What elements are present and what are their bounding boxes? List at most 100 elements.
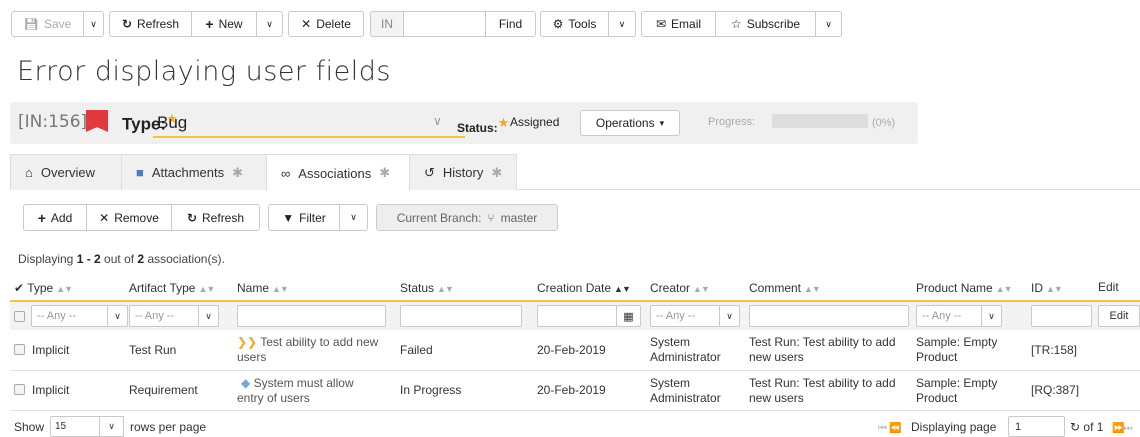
tab-overview[interactable]: ⌂ Overview — [10, 154, 122, 190]
progress-label: Progress: — [708, 116, 756, 128]
progress-percent: (0%) — [872, 117, 896, 129]
edit-filter-button[interactable]: Edit — [1098, 305, 1140, 327]
column-header-creation-date[interactable]: Creation Date ▲▼ — [537, 281, 631, 295]
refresh-associations-button[interactable]: ↻ Refresh — [172, 204, 260, 231]
next-page-icon: ⏩ — [1112, 423, 1124, 434]
displaying-page-label: Displaying page — [911, 420, 997, 434]
column-header-creator[interactable]: Creator ▲▼ — [650, 281, 710, 295]
chevron-down-icon: ∨ — [433, 114, 442, 128]
status-filter-input[interactable] — [400, 305, 522, 327]
rows-per-page-select[interactable]: 15 ∨ — [50, 416, 124, 437]
row-status: In Progress — [400, 383, 462, 397]
close-icon: ✕ — [99, 210, 110, 225]
save-button[interactable]: 💾︎ Save — [11, 11, 84, 37]
calendar-icon[interactable]: ▦ — [616, 305, 641, 327]
name-filter-input[interactable] — [237, 305, 386, 327]
row-creator: System Administrator — [650, 335, 721, 364]
chevron-down-icon: ∨ — [618, 18, 626, 29]
artifact-id-input[interactable] — [404, 11, 486, 37]
requirement-icon: ◆ — [241, 376, 251, 390]
delete-button[interactable]: ✕ Delete — [288, 11, 364, 37]
type-filter-select[interactable]: -- Any -- ∨ — [31, 305, 128, 327]
column-header-name[interactable]: Name ▲▼ — [237, 281, 289, 295]
email-button[interactable]: ✉ Email — [641, 11, 716, 37]
row-name-link[interactable]: ❯❯ Test ability to add new users — [237, 335, 397, 365]
new-dropdown-button[interactable]: ∨ — [257, 11, 283, 37]
tab-history[interactable]: ↺ History ✱ — [409, 154, 517, 190]
subscribe-button[interactable]: ☆ Subscribe — [716, 11, 816, 37]
tools-dropdown-button[interactable]: ∨ — [609, 11, 636, 37]
chevron-down-icon: ∨ — [825, 18, 832, 29]
refresh-icon: ↻ — [186, 210, 198, 225]
refresh-button[interactable]: ↻ Refresh — [109, 11, 192, 37]
star-icon: ☆ — [730, 17, 742, 31]
rows-per-page-label: rows per page — [130, 420, 207, 434]
sort-icon: ▲▼ — [437, 284, 454, 294]
pagination-next-last[interactable]: ⏩⏭ — [1112, 420, 1132, 434]
progress-bar — [772, 114, 868, 128]
product-filter-select[interactable]: -- Any -- ∨ — [916, 305, 1002, 327]
save-dropdown-button[interactable]: ∨ — [84, 11, 104, 37]
sort-icon: ▲▼ — [56, 284, 73, 294]
row-creation-date: 20-Feb-2019 — [537, 343, 606, 357]
comment-filter-input[interactable] — [749, 305, 909, 327]
sort-icon: ▲▼ — [1046, 284, 1063, 294]
column-header-comment[interactable]: Comment ▲▼ — [749, 281, 821, 295]
chevron-down-icon: ∨ — [108, 305, 128, 327]
select-all-checkbox[interactable] — [14, 311, 25, 322]
displaying-summary: Displaying 1 - 2 out of 2 association(s)… — [18, 252, 225, 266]
chevron-down-icon: ∨ — [720, 305, 740, 327]
date-filter-input[interactable] — [537, 305, 617, 327]
row-artifact-type: Requirement — [129, 383, 198, 397]
checkmark-icon: ✔ — [14, 281, 25, 295]
sort-icon: ▲▼ — [198, 284, 215, 294]
operations-button[interactable]: Operations ▾ — [580, 110, 680, 136]
floppy-disk-icon: 💾︎ — [23, 17, 39, 31]
add-association-button[interactable]: + Add — [23, 204, 87, 231]
filter-dropdown-button[interactable]: ∨ — [340, 204, 368, 231]
tab-bar: ⌂ Overview ■ Attachments ✱ ∞ Association… — [10, 154, 1140, 191]
column-header-artifact-type[interactable]: Artifact Type ▲▼ — [129, 281, 215, 295]
required-star-icon: ★ — [497, 115, 510, 130]
remove-association-button[interactable]: ✕ Remove — [87, 204, 172, 231]
new-button[interactable]: + New — [192, 11, 257, 37]
last-page-icon: ⏭ — [1123, 423, 1132, 434]
show-label: Show — [14, 420, 45, 434]
pagination-first-prev[interactable]: ⏮ ⏪ — [878, 420, 902, 434]
link-icon: ∞ — [281, 165, 291, 181]
row-creation-date: 20-Feb-2019 — [537, 383, 606, 397]
chevron-down-icon: ∨ — [199, 305, 219, 327]
row-comment: Test Run: Test ability to add new users — [749, 376, 896, 405]
refresh-icon: ↻ — [121, 17, 133, 31]
column-header-type[interactable]: ✔ Type ▲▼ — [14, 281, 73, 295]
artifact-header: [IN:156] Type:★ Bug ∨ Status:★ Assigned … — [10, 102, 918, 144]
chevron-down-icon: ∨ — [100, 416, 124, 437]
row-artifact-type: Test Run — [129, 343, 177, 357]
column-header-status[interactable]: Status ▲▼ — [400, 281, 454, 295]
row-name-link[interactable]: ◆ System must allow entry of users — [237, 376, 397, 406]
row-id: [RQ:387] — [1031, 383, 1080, 397]
type-select[interactable]: Bug — [153, 108, 465, 138]
filter-button[interactable]: ▼ Filter — [268, 204, 340, 231]
artifact-type-filter-select[interactable]: -- Any -- ∨ — [129, 305, 219, 327]
tab-attachments[interactable]: ■ Attachments ✱ — [121, 154, 267, 190]
id-filter-input[interactable] — [1031, 305, 1092, 327]
subscribe-dropdown-button[interactable]: ∨ — [816, 11, 842, 37]
row-checkbox[interactable] — [14, 384, 25, 395]
row-creator: System Administrator — [650, 376, 721, 405]
tab-associations[interactable]: ∞ Associations ✱ — [266, 154, 410, 191]
find-button[interactable]: Find — [486, 11, 536, 37]
token-prefix: IN — [370, 11, 404, 37]
tools-button[interactable]: ⚙ Tools — [540, 11, 609, 37]
bug-flag-icon — [86, 110, 108, 132]
chevron-down-icon: ∨ — [350, 212, 357, 222]
chevron-down-icon: ∨ — [266, 18, 273, 29]
column-header-id[interactable]: ID ▲▼ — [1031, 281, 1063, 295]
sort-icon: ▲▼ — [614, 284, 631, 294]
row-type: Implicit — [32, 343, 70, 357]
refresh-icon: ↻ — [1070, 420, 1081, 434]
creator-filter-select[interactable]: -- Any -- ∨ — [650, 305, 740, 327]
row-checkbox[interactable] — [14, 344, 25, 355]
page-number-input[interactable]: 1 — [1008, 416, 1065, 437]
column-header-product-name[interactable]: Product Name ▲▼ — [916, 281, 1013, 295]
